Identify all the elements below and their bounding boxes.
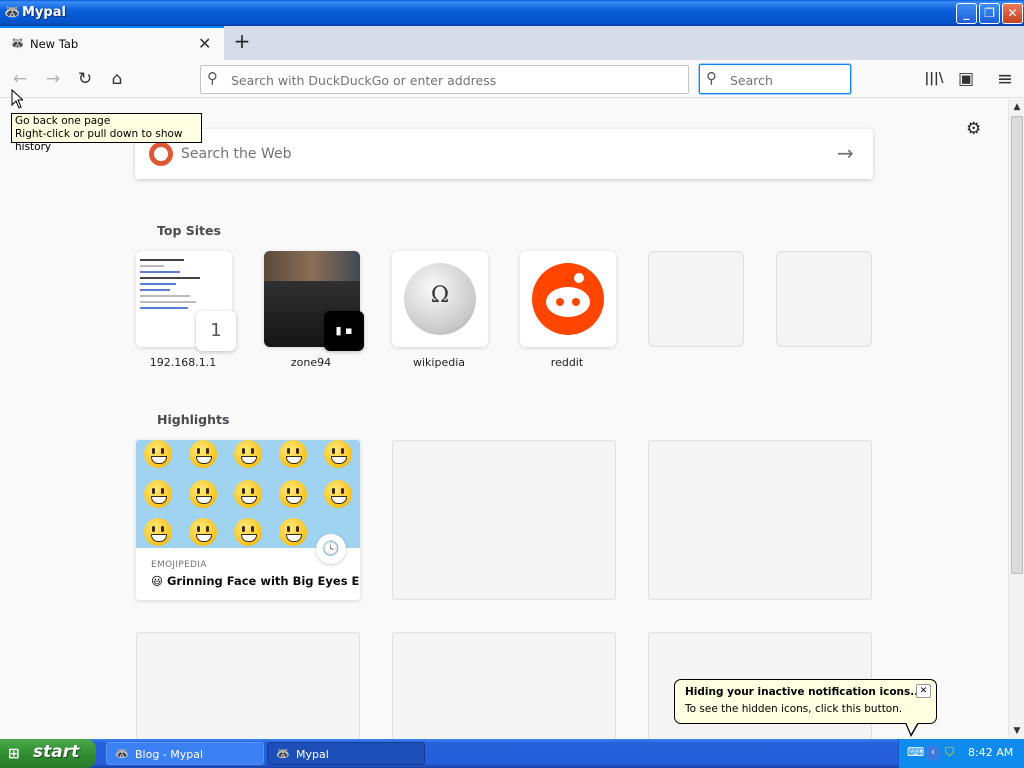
system-tray: ⌨ ‹ ⛉ 8:42 AM [898, 739, 1024, 768]
main-menu-button[interactable]: ≡ [993, 67, 1017, 91]
notification-text: To see the hidden icons, click this butt… [685, 703, 903, 715]
highlight-card-empty[interactable] [392, 632, 616, 739]
keyboard-icon[interactable]: ⌨ [907, 745, 924, 759]
top-site-tile-reddit[interactable] [520, 251, 616, 347]
search-bar[interactable]: ⚲ [699, 64, 851, 94]
search-input[interactable] [730, 71, 845, 89]
gear-icon[interactable]: ⚙ [966, 119, 981, 139]
reddit-logo-icon [532, 263, 604, 335]
scroll-up-arrow-icon[interactable]: ▲ [1009, 99, 1024, 115]
forward-button[interactable]: → [41, 67, 65, 91]
start-label: start [33, 742, 80, 762]
top-site-tile-wikipedia[interactable]: Ω [392, 251, 488, 347]
web-search-box[interactable]: → [135, 129, 873, 179]
highlights-title[interactable]: Highlights [157, 412, 229, 427]
window-title: Mypal [22, 5, 66, 20]
tooltip-line: Go back one page [15, 115, 111, 127]
mypal-app-icon: 🦝 [4, 5, 21, 20]
search-icon: ⚲ [706, 69, 717, 87]
top-sites-title[interactable]: Top Sites [157, 223, 221, 238]
web-search-input[interactable] [181, 144, 821, 164]
address-bar[interactable]: ⚲ [200, 65, 689, 94]
notification-title: Hiding your inactive notification icons.… [685, 686, 923, 698]
library-button[interactable]: |||\ [922, 67, 946, 91]
mypal-app-icon: 🦝 [276, 747, 290, 760]
new-tab-page: ⚙ → Top Sites 1 192.168.1.1 ▮ ▪ zone94 Ω [0, 99, 1008, 739]
windows-flag-icon: ⊞ [8, 746, 20, 762]
top-site-label: reddit [550, 356, 584, 369]
scrollbar-thumb[interactable] [1011, 116, 1023, 574]
clock-icon: 🕓 [316, 534, 346, 564]
wikipedia-globe-icon: Ω [404, 263, 476, 335]
zone94-favicon: ▮ ▪ [324, 311, 364, 351]
search-icon: ⚲ [207, 69, 218, 87]
show-hidden-icons-chevron-icon[interactable]: ‹ [925, 745, 941, 761]
top-site-label: 192.168.1.1 [149, 356, 217, 369]
clock-time[interactable]: 8:42 AM [968, 746, 1013, 759]
maximize-button[interactable]: ❐ [979, 3, 1000, 24]
top-site-tile-empty[interactable] [776, 251, 872, 347]
close-window-button[interactable]: ✕ [1002, 3, 1023, 24]
highlight-card-empty[interactable] [136, 632, 360, 739]
vertical-scrollbar[interactable]: ▲ ▼ [1008, 99, 1024, 739]
top-site-tile-empty[interactable] [648, 251, 744, 347]
url-input[interactable] [231, 71, 671, 89]
minimize-button[interactable]: _ [956, 3, 977, 24]
tab-count-badge: 1 [196, 311, 236, 351]
notification-balloon[interactable]: Hiding your inactive notification icons.… [674, 679, 937, 737]
new-tab-button[interactable]: + [230, 30, 254, 54]
back-button-tooltip: Go back one page Right-click or pull dow… [11, 113, 202, 153]
start-button[interactable]: ⊞ start [0, 739, 96, 768]
highlight-title: 😃 Grinning Face with Big Eyes E... [151, 574, 360, 588]
taskbar-item-blog-mypal[interactable]: 🦝 Blog - Mypal [106, 742, 264, 765]
taskbar-item-mypal[interactable]: 🦝 Mypal [267, 742, 425, 765]
highlight-image [136, 440, 360, 548]
tab-label: New Tab [30, 37, 79, 51]
scroll-down-arrow-icon[interactable]: ▼ [1009, 723, 1024, 739]
top-site-label: wikipedia [412, 356, 465, 369]
taskbar: ⊞ start 🦝 Blog - Mypal 🦝 Mypal ⌨ ‹ ⛉ 8:4… [0, 739, 1024, 768]
home-button[interactable]: ⌂ [105, 67, 129, 91]
reload-button[interactable]: ↻ [73, 67, 97, 91]
search-submit-arrow-icon[interactable]: → [837, 141, 854, 165]
highlight-card-empty[interactable] [648, 440, 872, 600]
back-button[interactable]: ← [8, 67, 32, 91]
highlight-card-empty[interactable] [392, 440, 616, 600]
tab-strip: 🦝 New Tab ✕ + [0, 26, 1024, 60]
taskbar-item-label: Mypal [296, 748, 329, 761]
close-icon[interactable]: ✕ [916, 684, 931, 698]
mypal-tab-icon: 🦝 [10, 36, 25, 50]
highlight-source: EMOJIPEDIA [151, 560, 207, 570]
tab-new-tab[interactable]: 🦝 New Tab ✕ [0, 26, 224, 60]
taskbar-item-label: Blog - Mypal [135, 748, 204, 761]
sidebar-toggle-button[interactable]: ▣ [954, 67, 978, 91]
tooltip-line: Right-click or pull down to show history [15, 128, 183, 153]
close-tab-icon[interactable]: ✕ [198, 34, 211, 53]
mouse-pointer-icon [11, 89, 23, 109]
highlight-card-emojipedia[interactable]: 🕓 EMOJIPEDIA 😃 Grinning Face with Big Ey… [136, 440, 360, 600]
navigation-toolbar: ← → ↻ ⌂ ⚲ ⚲ |||\ ▣ ≡ [0, 60, 1024, 98]
window-titlebar[interactable]: 🦝 Mypal _ ❐ ✕ [0, 0, 1024, 26]
security-shield-icon[interactable]: ⛉ [945, 745, 954, 760]
mypal-app-icon: 🦝 [115, 747, 129, 760]
top-site-label: zone94 [290, 356, 332, 369]
